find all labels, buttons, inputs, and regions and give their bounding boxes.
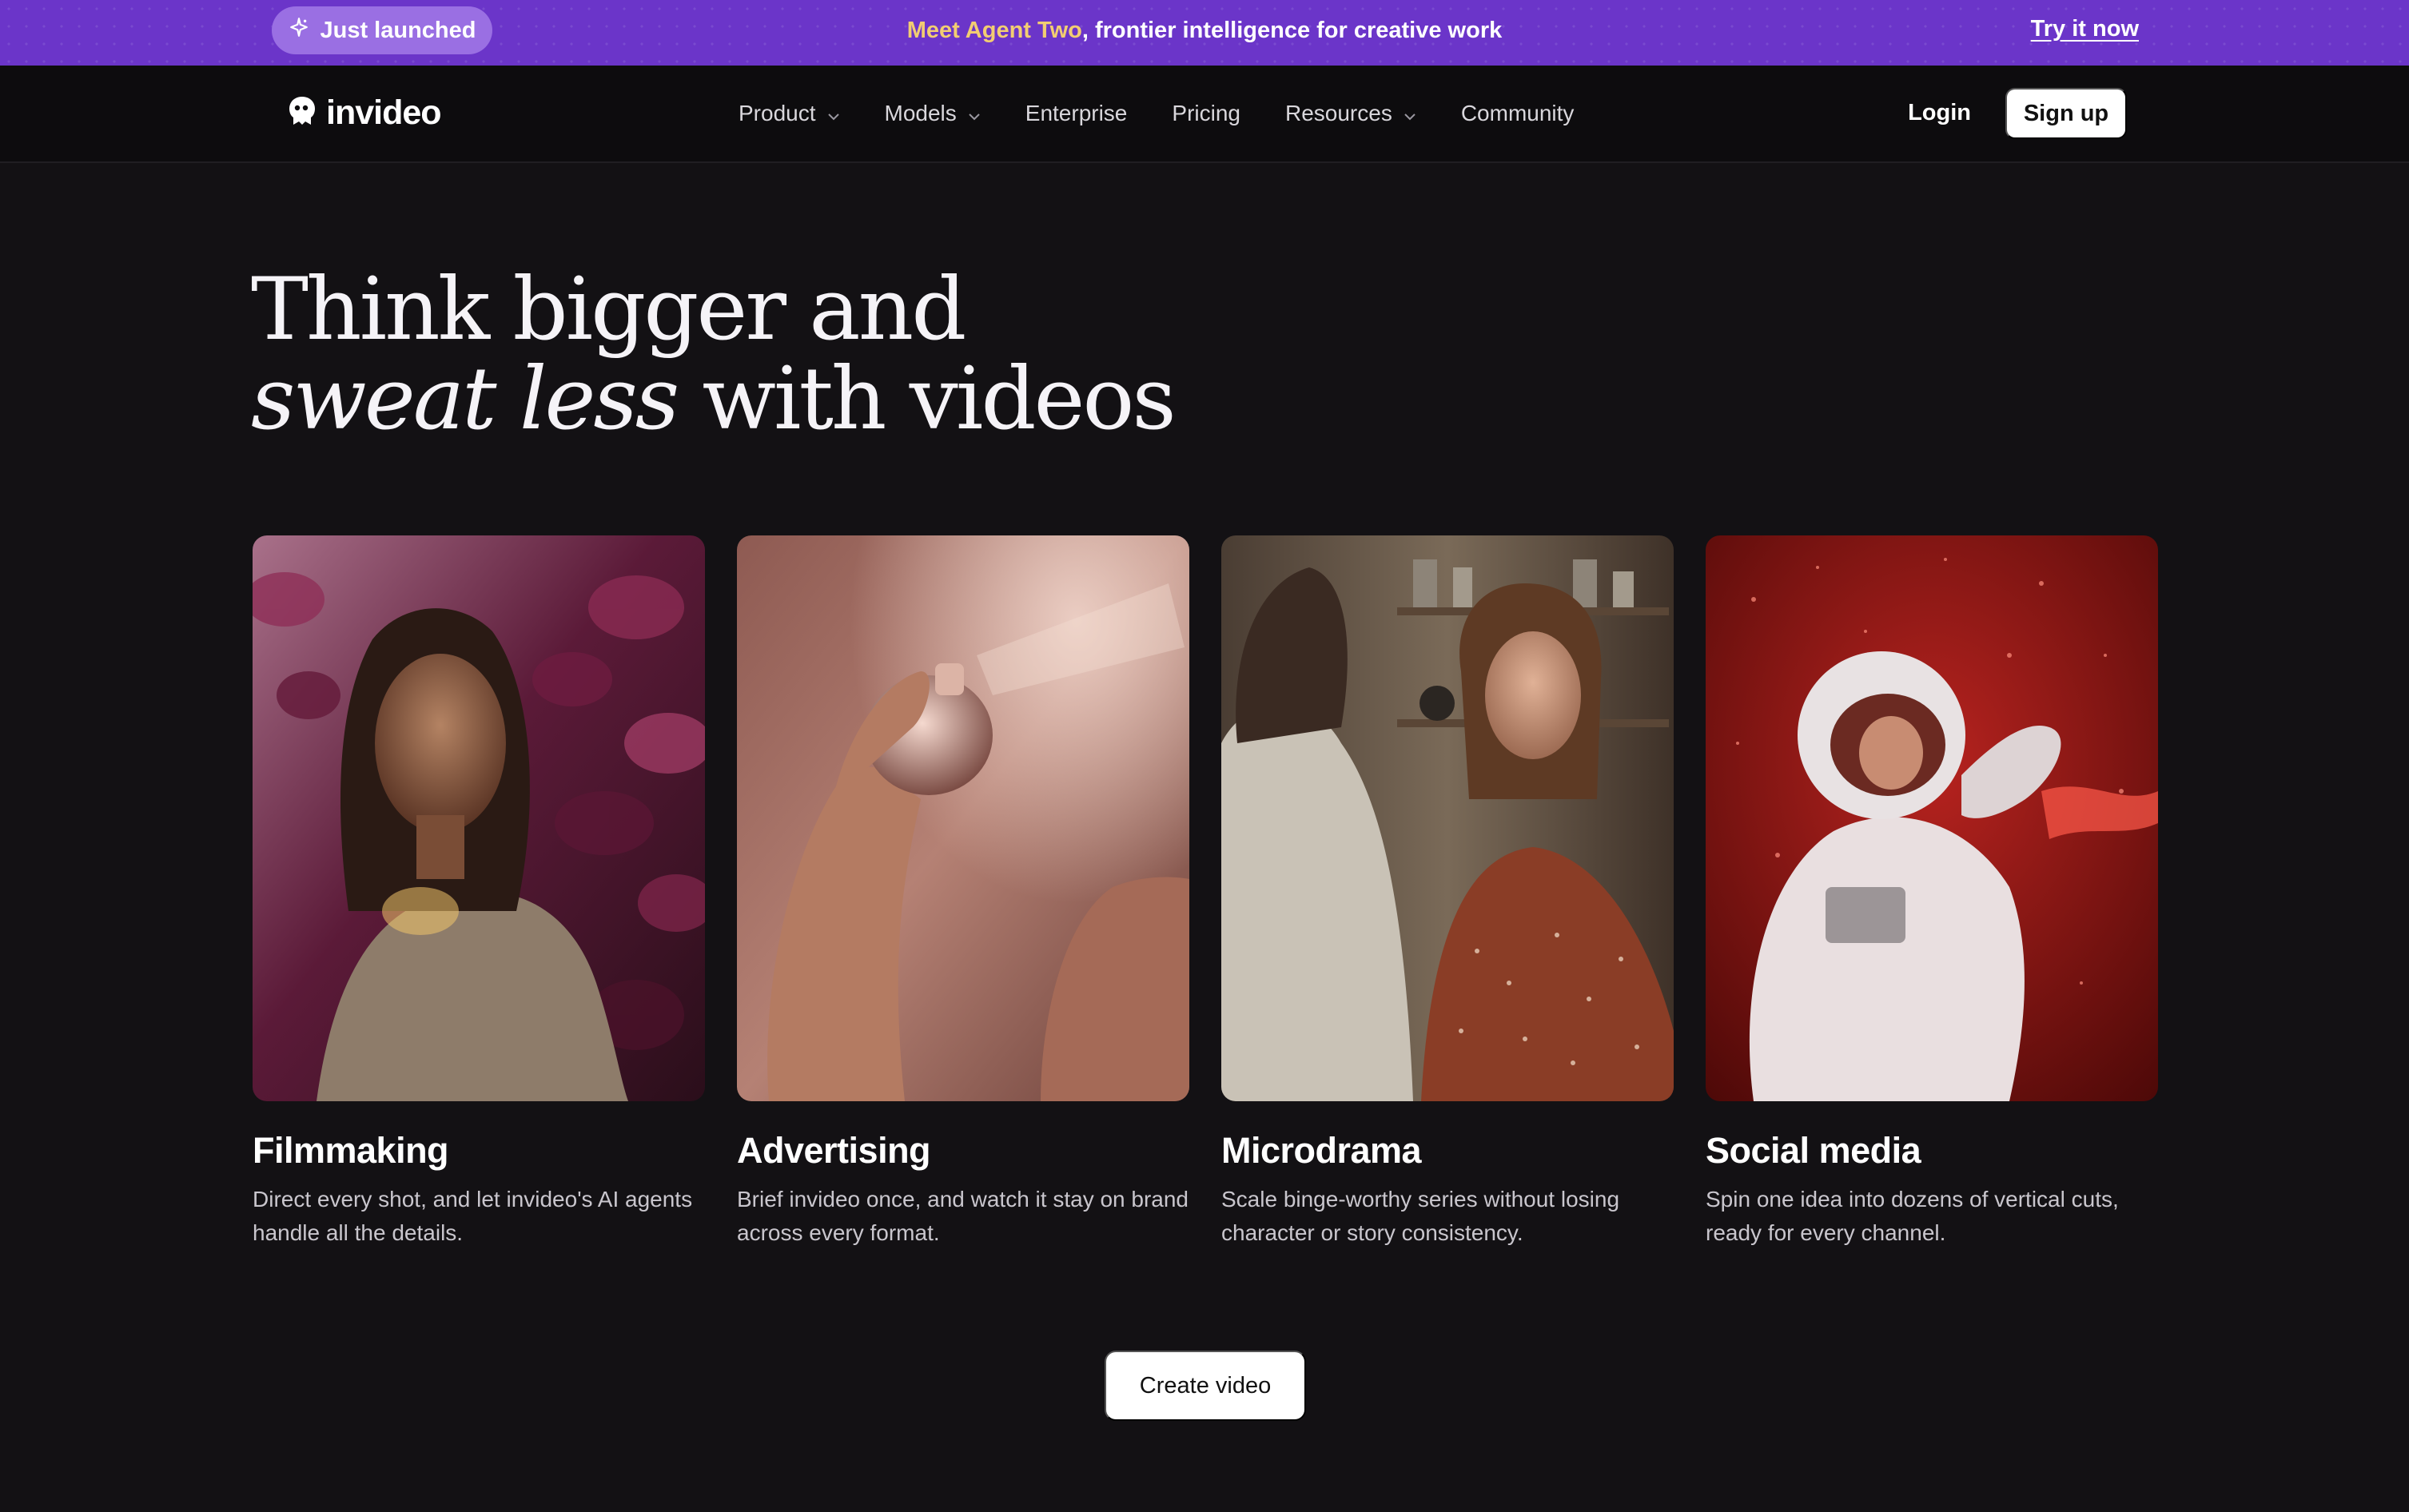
card-microdrama[interactable]: Microdrama Scale binge-worthy series wit… [1221,535,1674,1250]
nav-label: Enterprise [1025,101,1128,125]
create-video-button[interactable]: Create video [1105,1351,1306,1421]
nav-label: Product [739,101,816,125]
nav-item-models[interactable]: Models [885,101,981,126]
card-title: Microdrama [1221,1130,1422,1171]
headline-italic: sweat less [251,349,679,449]
woman-in-foliage-image [253,535,705,1101]
logo-text: invideo [326,94,442,132]
nav-item-community[interactable]: Community [1461,101,1575,126]
headline-rest: with videos [677,349,1177,449]
hero-headline: Think bigger and sweat less with videos [251,260,1177,444]
headline-line-2: sweat less with videos [251,355,1177,444]
nav-label: Models [884,101,957,125]
chevron-down-icon [1404,101,1416,126]
card-filmmaking[interactable]: Filmmaking Direct every shot, and let in… [253,535,705,1250]
card-title: Filmmaking [253,1130,449,1171]
nav-item-pricing[interactable]: Pricing [1172,101,1240,126]
nav-item-resources[interactable]: Resources [1285,101,1416,126]
use-case-cards: Filmmaking Direct every shot, and let in… [253,535,2158,1250]
chevron-down-icon [827,101,840,126]
card-description: Direct every shot, and let invideo's AI … [253,1187,693,1245]
chevron-down-icon [968,101,981,126]
kitchen-couple-image [1221,535,1674,1101]
card-description: Spin one idea into dozens of vertical cu… [1706,1187,2119,1245]
card-title: Advertising [737,1130,931,1171]
nav-label: Community [1460,101,1575,125]
headline-line-1: Think bigger and [251,260,966,360]
astronaut-image [1706,535,2158,1101]
card-social-media[interactable]: Social media Spin one idea into dozens o… [1706,535,2158,1250]
perfume-spray-image [737,535,1189,1101]
announcement-highlight: Meet Agent Two [906,17,1082,43]
nav-links: Product Models Enterprise Pricing Resour… [739,66,1574,161]
try-it-now-link[interactable]: Try it now [2031,16,2139,42]
announcement-text: , frontier intelligence for creative wor… [1081,17,1503,43]
nav-label: Resources [1284,101,1392,125]
card-title: Social media [1706,1130,1921,1171]
signup-button[interactable]: Sign up [2005,88,2127,139]
card-description: Scale binge-worthy series without losing… [1221,1187,1620,1245]
card-advertising[interactable]: Advertising Brief invideo once, and watc… [737,535,1189,1250]
announcement-bar: Just launched Meet Agent Two , frontier … [0,0,2409,66]
card-description: Brief invideo once, and watch it stay on… [737,1187,1189,1245]
login-link[interactable]: Login [1908,100,1971,126]
nav-item-enterprise[interactable]: Enterprise [1025,101,1128,126]
invideo-logo-icon [286,94,318,132]
logo[interactable]: invideo [286,94,442,133]
top-nav: invideo Product Models Enterprise Pricin… [0,66,2409,163]
nav-label: Pricing [1172,101,1240,125]
nav-item-product[interactable]: Product [739,101,840,126]
